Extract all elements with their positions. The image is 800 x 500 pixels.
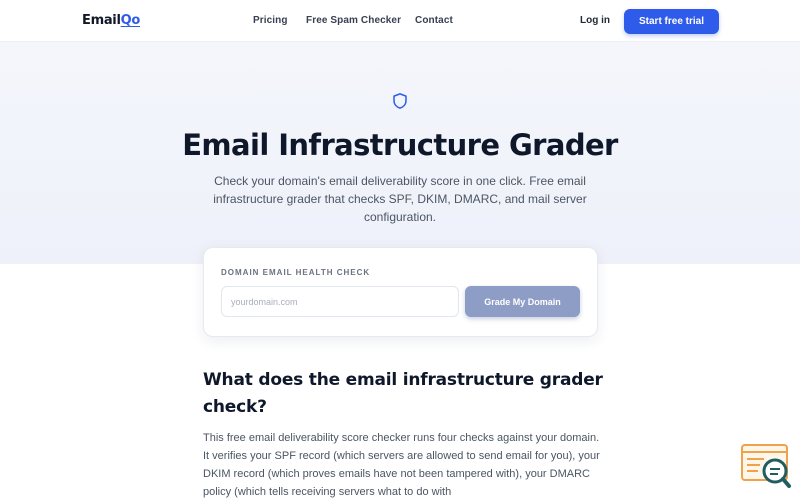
site-header: EmailQo Pricing Free Spam Checker Contac… <box>0 0 800 42</box>
start-free-trial-button[interactable]: Start free trial <box>624 9 719 34</box>
grade-my-domain-button[interactable]: Grade My Domain <box>465 286 580 317</box>
logo-text: Email <box>82 13 121 28</box>
logo-accent: Qo <box>120 13 141 28</box>
domain-input[interactable] <box>221 286 459 317</box>
page-title: Email Infrastructure Grader <box>182 128 618 162</box>
section-title: What does the email infrastructure grade… <box>203 370 603 417</box>
card-label: DOMAIN EMAIL HEALTH CHECK <box>221 268 371 277</box>
section-body: This free email deliverability score che… <box>203 432 600 498</box>
shield-icon <box>393 93 407 109</box>
nav-link-free-spam-checker[interactable]: Free Spam Checker <box>306 15 401 26</box>
support-widget[interactable] <box>740 443 792 491</box>
logo[interactable]: EmailQo <box>82 13 140 28</box>
login-link[interactable]: Log in <box>580 15 610 26</box>
email-search-icon <box>741 444 791 488</box>
hero-section: Email Infrastructure Grader Check your d… <box>0 42 800 264</box>
domain-check-card: DOMAIN EMAIL HEALTH CHECK Grade My Domai… <box>203 247 598 337</box>
nav-link-contact[interactable]: Contact <box>415 15 453 26</box>
nav-link-pricing[interactable]: Pricing <box>253 15 288 26</box>
hero-subtitle: Check your domain's email deliverability… <box>213 174 587 224</box>
